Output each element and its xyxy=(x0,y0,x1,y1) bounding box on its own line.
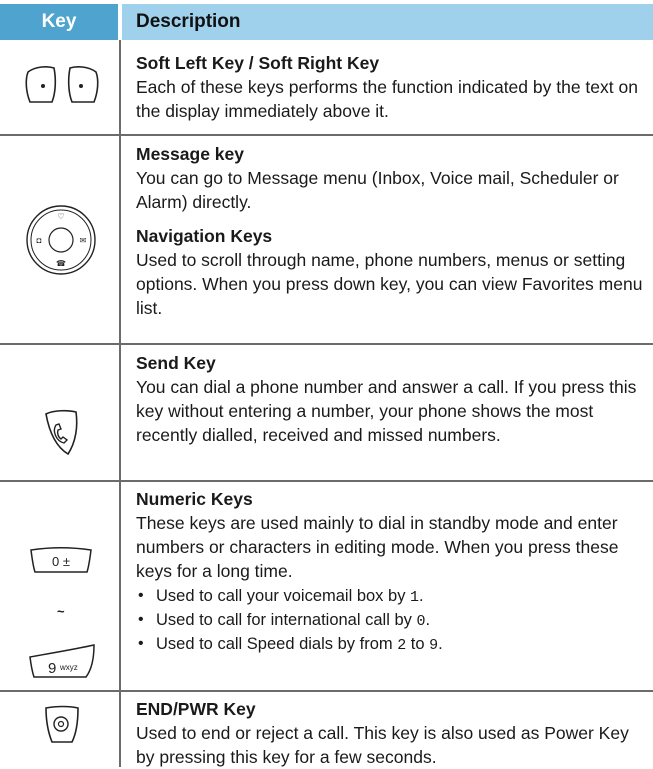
end-power-key-title: END/PWR Key xyxy=(136,699,256,719)
soft-left-key-icon xyxy=(22,64,60,108)
zero-key-icon: 0 ± xyxy=(27,546,95,576)
row-divider xyxy=(0,343,653,345)
svg-text:☎: ☎ xyxy=(56,259,66,268)
list-item: Used to call your voicemail box by 1. xyxy=(138,585,647,609)
nine-key-digit: 9 xyxy=(48,660,56,677)
numeric-keys-title: Numeric Keys xyxy=(136,489,253,509)
soft-right-key-icon xyxy=(64,64,102,108)
row-send-key: Send Key You can dial a phone number and… xyxy=(136,351,647,447)
numeric-keys-text: These keys are used mainly to dial in st… xyxy=(136,513,619,581)
numeric-keys-list: Used to call your voicemail box by 1. Us… xyxy=(136,585,647,657)
zero-key-label: 0 ± xyxy=(52,554,70,569)
list-item: Used to call for international call by 0… xyxy=(138,609,647,633)
header-key: Key xyxy=(0,4,118,40)
row-end-power-key: END/PWR Key Used to end or reject a call… xyxy=(136,697,647,769)
message-key-title: Message key xyxy=(136,144,244,164)
row-navigation: Message key You can go to Message menu (… xyxy=(136,142,647,320)
navigation-keys-text: Used to scroll through name, phone numbe… xyxy=(136,250,643,318)
end-power-key-icon xyxy=(42,704,82,746)
svg-text:✉: ✉ xyxy=(80,236,87,245)
row-numeric-keys: Numeric Keys These keys are used mainly … xyxy=(136,487,647,657)
nine-key-letters: wxyz xyxy=(59,663,78,672)
nine-key-icon: 9 wxyz xyxy=(26,643,98,681)
row-divider xyxy=(0,134,653,136)
send-key-icon xyxy=(40,408,82,458)
header-description: Description xyxy=(122,4,653,40)
send-key-text: You can dial a phone number and answer a… xyxy=(136,377,637,445)
send-key-title: Send Key xyxy=(136,353,216,373)
soft-keys-title: Soft Left Key / Soft Right Key xyxy=(136,53,380,73)
navigation-keys-title: Navigation Keys xyxy=(136,226,273,246)
row-divider xyxy=(0,480,653,482)
row-soft-keys: Soft Left Key / Soft Right Key Each of t… xyxy=(136,51,647,123)
soft-keys-text: Each of these keys performs the function… xyxy=(136,77,638,121)
navigation-pad-icon: ♡ ◘ ✉ ☎ xyxy=(25,204,97,276)
message-key-text: You can go to Message menu (Inbox, Voice… xyxy=(136,168,619,212)
tilde-mark: ~ xyxy=(57,604,65,619)
end-power-key-text: Used to end or reject a call. This key i… xyxy=(136,723,629,767)
row-divider xyxy=(0,690,653,692)
svg-text:◘: ◘ xyxy=(37,236,42,245)
list-item: Used to call Speed dials by from 2 to 9. xyxy=(138,633,647,657)
column-divider xyxy=(119,40,121,767)
svg-text:♡: ♡ xyxy=(57,212,64,221)
